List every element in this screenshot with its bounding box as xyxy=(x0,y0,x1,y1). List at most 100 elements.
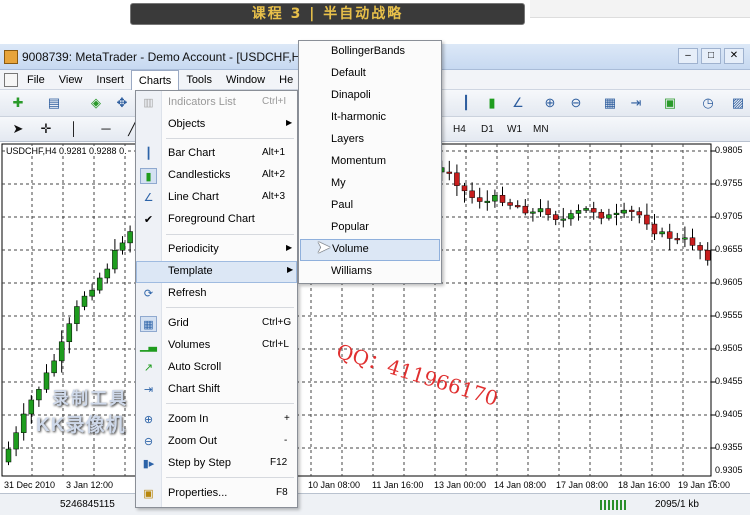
close-button[interactable]: ✕ xyxy=(724,48,744,64)
menu-item-auto-scroll[interactable]: ↗ Auto Scroll xyxy=(136,357,297,379)
submenu-arrow-icon: ▶ xyxy=(286,243,293,252)
menu-insert[interactable]: Insert xyxy=(89,70,131,90)
horizontal-line-icon[interactable]: ─ xyxy=(96,119,116,139)
new-chart-icon[interactable]: ✚ xyxy=(8,93,28,113)
menu-item-label: Properties... xyxy=(168,487,228,499)
minimize-button[interactable]: – xyxy=(678,48,698,64)
price-label: 0.9705 xyxy=(715,211,743,221)
navigator-icon[interactable]: ✥ xyxy=(112,93,132,113)
candle-body xyxy=(28,399,35,415)
candles-tool-icon[interactable]: ▮ xyxy=(482,93,502,113)
indicators-tool-icon[interactable]: ▣ xyxy=(660,93,680,113)
video-banner-area: 课程 3 | 半自动战略 xyxy=(0,0,750,44)
date-label: 10 Jan 08:00 xyxy=(308,480,361,490)
menu-item-label: Zoom In xyxy=(168,413,209,425)
tile-windows-icon[interactable]: ▦ xyxy=(600,93,620,113)
vertical-line-icon[interactable]: │ xyxy=(64,119,84,139)
menu-item-line-chart[interactable]: ∠ Line Chart Alt+3 xyxy=(136,187,297,209)
zoom-out-icon: ⊖ xyxy=(143,436,154,448)
menu-charts[interactable]: Charts xyxy=(130,69,180,90)
template-item-label: My xyxy=(331,177,346,189)
zoom-in-tool-icon[interactable]: ⊕ xyxy=(540,93,560,113)
zoom-out-tool-icon[interactable]: ⊖ xyxy=(566,93,586,113)
menu-item-candlesticks[interactable]: ▮ Candlesticks Alt+2 xyxy=(136,165,297,187)
date-label: 19 Jan 16:00 xyxy=(678,480,731,490)
menu-item-refresh[interactable]: ⟳ Refresh xyxy=(136,283,297,305)
candle-body xyxy=(575,210,582,214)
timeframe-d1[interactable]: D1 xyxy=(476,120,499,138)
chart-shift-tool-icon[interactable]: ⇥ xyxy=(626,93,646,113)
course-banner: 课程 3 | 半自动战略 xyxy=(130,3,525,25)
date-label: 13 Jan 00:00 xyxy=(434,480,487,490)
menu-item-zoom-in[interactable]: ⊕ Zoom In + xyxy=(136,409,297,431)
bar-chart-tool-icon[interactable]: ┃ xyxy=(456,93,476,113)
candle-body xyxy=(583,208,589,211)
candle-body xyxy=(104,268,111,279)
template-item-label: Layers xyxy=(331,133,365,145)
template-item-paul[interactable]: Paul xyxy=(300,195,440,217)
candlestick-icon: ▮ xyxy=(140,168,157,184)
volumes-icon: ▁▃ xyxy=(140,340,157,352)
candle-body xyxy=(666,231,673,239)
menu-item-periodicity[interactable]: Periodicity ▶ xyxy=(136,239,297,261)
line-tool-icon[interactable]: ∠ xyxy=(508,93,528,113)
menu-item-step-by-step[interactable]: ▮▸ Step by Step F12 xyxy=(136,453,297,475)
cursor-tool-icon[interactable]: ➤ xyxy=(8,119,28,139)
menu-item-foreground-chart[interactable]: ✔ Foreground Chart xyxy=(136,209,297,231)
menu-item-indicators-list[interactable]: ▥ Indicators List Ctrl+I xyxy=(136,92,297,114)
metatrader-icon xyxy=(4,50,18,64)
profiles-icon[interactable]: ▤ xyxy=(44,93,64,113)
menu-item-label: Auto Scroll xyxy=(168,361,222,373)
menu-item-properties[interactable]: ▣ Properties... F8 xyxy=(136,483,297,505)
market-watch-icon[interactable]: ◈ xyxy=(86,93,106,113)
template-item-popular[interactable]: Popular xyxy=(300,217,440,239)
menu-item-chart-shift[interactable]: ⇥ Chart Shift xyxy=(136,379,297,401)
maximize-button[interactable]: □ xyxy=(701,48,721,64)
candle-body xyxy=(5,448,12,463)
template-item-williams[interactable]: Williams xyxy=(300,261,440,283)
menu-view[interactable]: View xyxy=(52,70,90,90)
template-item-momentum[interactable]: Momentum xyxy=(300,151,440,173)
periods-clock-icon[interactable]: ◷ xyxy=(698,93,718,113)
date-label: 11 Jan 16:00 xyxy=(372,480,424,490)
menu-item-objects[interactable]: Objects ▶ xyxy=(136,114,297,136)
template-item-my[interactable]: My xyxy=(300,173,440,195)
candle-body xyxy=(499,195,506,203)
chart-window-icon[interactable] xyxy=(4,73,18,87)
menu-item-grid[interactable]: ▦ Grid Ctrl+G xyxy=(136,313,297,335)
price-label: 0.9455 xyxy=(715,376,743,386)
menu-item-label: Objects xyxy=(168,118,206,130)
timeframe-h4[interactable]: H4 xyxy=(448,120,471,138)
candle-body xyxy=(454,172,460,186)
menu-help[interactable]: He xyxy=(272,70,300,90)
candle-body xyxy=(644,214,650,225)
timeframe-w1[interactable]: W1 xyxy=(502,120,527,138)
menu-item-label: Indicators List xyxy=(168,96,236,108)
template-item-bollingerbands[interactable]: BollingerBands xyxy=(300,41,440,63)
template-item-it-harmonic[interactable]: It-harmonic xyxy=(300,107,440,129)
menu-item-shortcut: Alt+3 xyxy=(262,191,286,202)
template-item-layers[interactable]: Layers xyxy=(300,129,440,151)
menu-item-template[interactable]: Template ▶ xyxy=(136,261,297,283)
candle-body xyxy=(20,413,27,433)
templates-tool-icon[interactable]: ▨ xyxy=(728,93,748,113)
timeframe-mn[interactable]: MN xyxy=(528,120,554,138)
menu-item-bar-chart[interactable]: ┃ Bar Chart Alt+1 xyxy=(136,143,297,165)
menu-item-zoom-out[interactable]: ⊖ Zoom Out - xyxy=(136,431,297,453)
menu-item-label: Line Chart xyxy=(168,191,219,203)
crosshair-icon[interactable]: ✛ xyxy=(36,119,56,139)
menu-item-volumes[interactable]: ▁▃ Volumes Ctrl+L xyxy=(136,335,297,357)
menu-item-label: Template xyxy=(168,265,213,277)
candle-body xyxy=(568,213,574,220)
menu-tools[interactable]: Tools xyxy=(179,70,219,90)
price-label: 0.9305 xyxy=(715,465,743,475)
candle-body xyxy=(112,250,118,270)
template-item-default[interactable]: Default xyxy=(300,63,440,85)
menu-item-shortcut: Alt+1 xyxy=(262,147,286,158)
template-item-dinapoli[interactable]: Dinapoli xyxy=(300,85,440,107)
menu-item-shortcut: Ctrl+I xyxy=(262,96,287,107)
candle-body xyxy=(704,249,711,261)
menu-window[interactable]: Window xyxy=(219,70,272,90)
candle-body xyxy=(51,360,57,374)
menu-file[interactable]: File xyxy=(20,70,52,90)
